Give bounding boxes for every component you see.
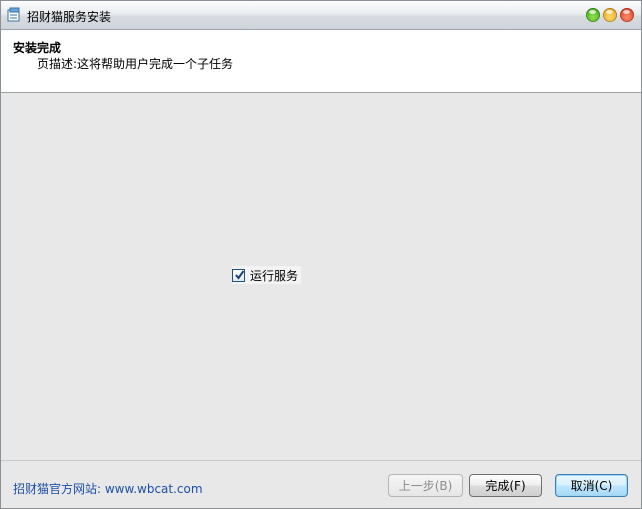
footer-bar: 招财猫官方网站: www.wbcat.com 上一步(B) 完成(F) 取消(C… <box>1 460 641 508</box>
page-title: 安装完成 <box>13 41 62 55</box>
back-button[interactable]: 上一步(B) <box>388 474 463 497</box>
page-description: 页描述:这将帮助用户完成一个子任务 <box>37 57 234 71</box>
installer-app-icon <box>7 7 20 22</box>
minimize-button[interactable] <box>586 8 600 22</box>
cancel-button[interactable]: 取消(C) <box>555 474 628 497</box>
run-service-option[interactable]: 运行服务 <box>232 266 302 284</box>
finish-button[interactable]: 完成(F) <box>469 474 542 497</box>
title-bar[interactable]: 招财猫服务安装 <box>1 1 641 30</box>
official-website-link[interactable]: 招财猫官方网站: www.wbcat.com <box>13 480 203 497</box>
window-title: 招财猫服务安装 <box>27 10 112 24</box>
close-button[interactable] <box>620 8 634 22</box>
installer-window: 招财猫服务安装 安装完成 页描述:这将帮助用户完成一个子任务 运行服务 招财猫官… <box>0 0 642 509</box>
page-header: 安装完成 页描述:这将帮助用户完成一个子任务 <box>1 30 641 93</box>
checkmark-icon <box>235 269 245 280</box>
run-service-checkbox[interactable] <box>232 268 245 282</box>
main-content: 运行服务 <box>1 93 641 460</box>
maximize-button[interactable] <box>603 8 617 22</box>
run-service-label[interactable]: 运行服务 <box>250 267 298 284</box>
